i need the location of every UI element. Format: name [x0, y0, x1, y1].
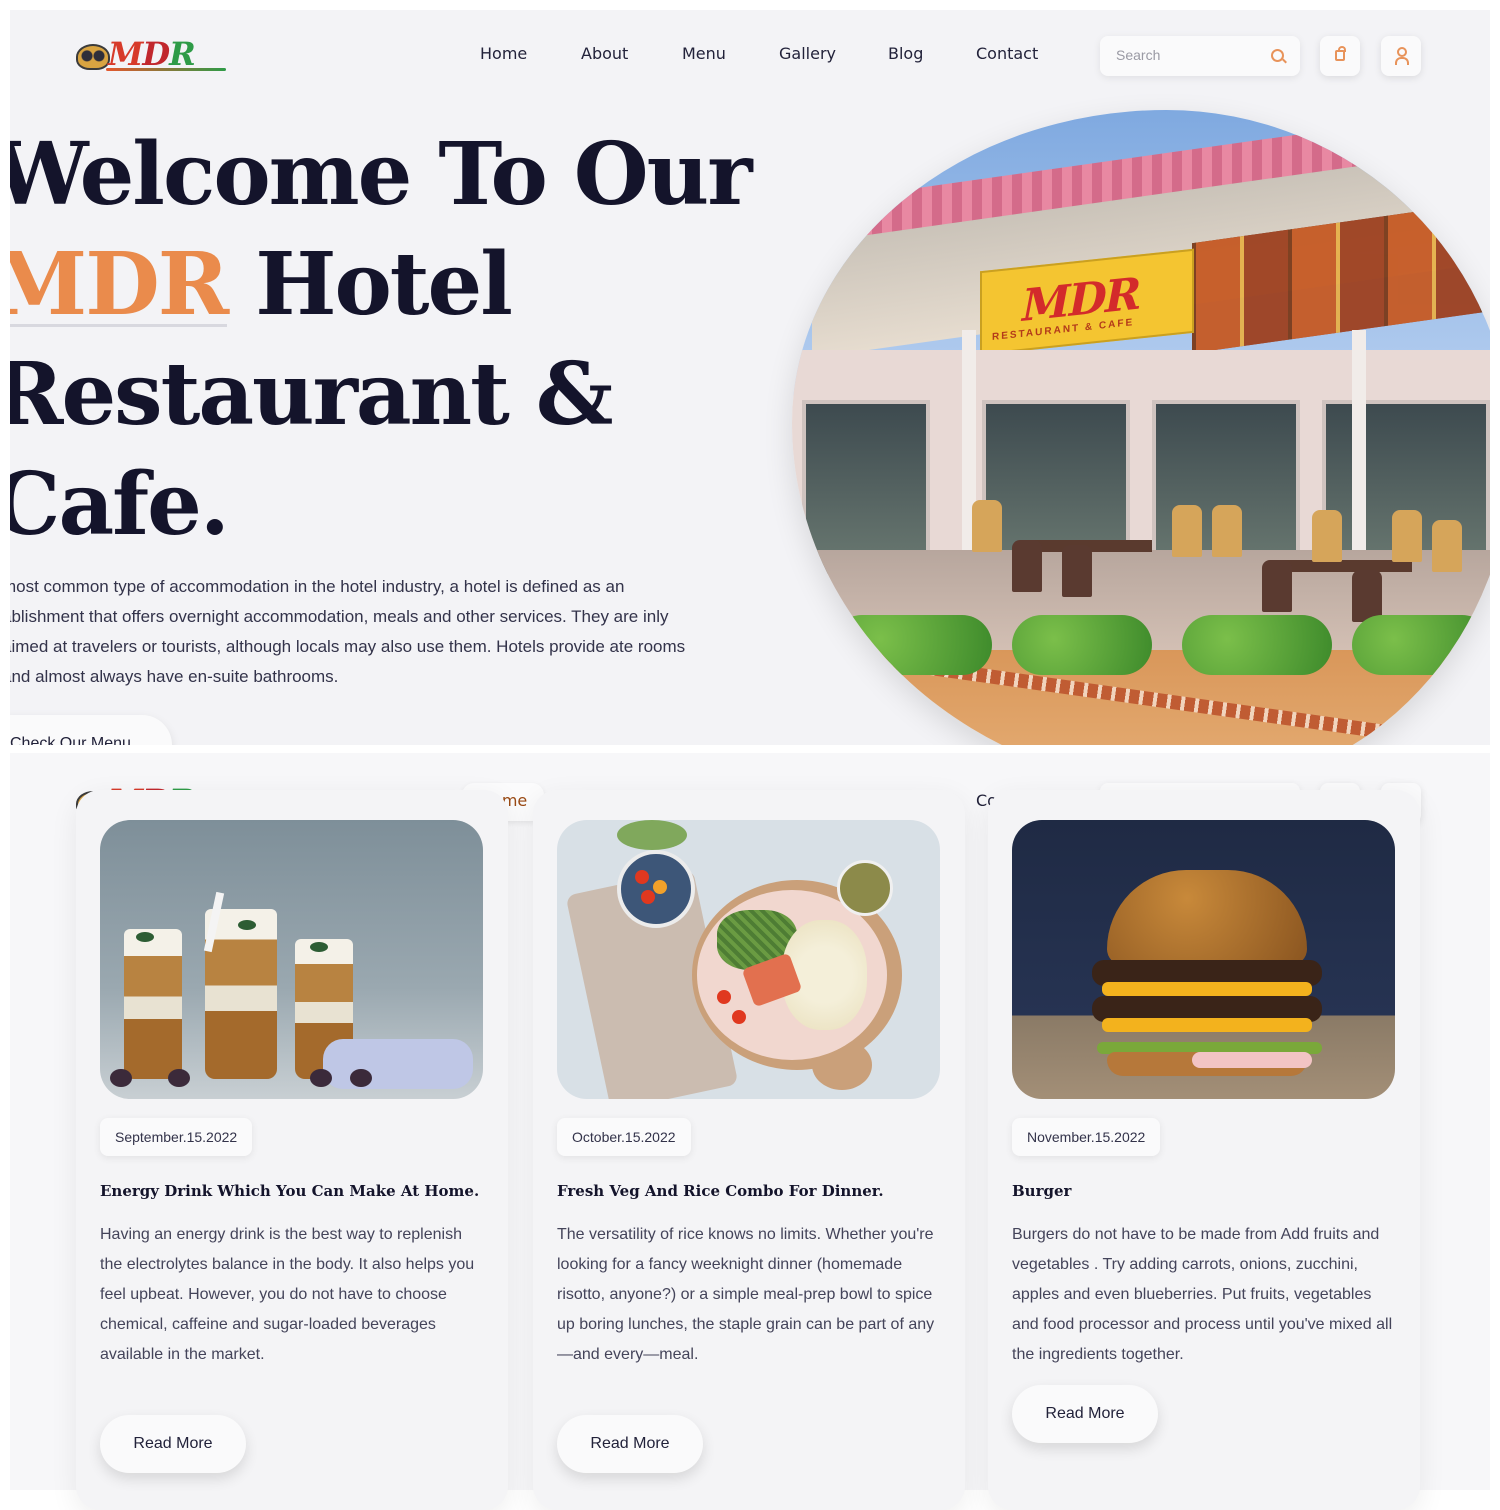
logo-text: MDR: [108, 35, 196, 73]
logo-swoosh: [106, 68, 226, 71]
hedge: [832, 615, 992, 675]
cheese: [1102, 1018, 1312, 1032]
read-more-button[interactable]: Read More: [1012, 1385, 1158, 1443]
hedge: [1012, 615, 1152, 675]
chair: [1392, 510, 1422, 562]
veg-rice-image[interactable]: [557, 820, 940, 1099]
logo[interactable]: MDR: [76, 36, 236, 72]
cart-button[interactable]: [1320, 36, 1360, 76]
chair: [1062, 545, 1092, 597]
read-more-button[interactable]: Read More: [100, 1415, 246, 1473]
post-date: September.15.2022: [100, 1118, 253, 1156]
chair: [1012, 540, 1042, 592]
post-title[interactable]: Burger: [1012, 1182, 1404, 1200]
energy-drink-image[interactable]: [100, 820, 483, 1099]
table: [1272, 560, 1412, 572]
fig: [350, 1069, 372, 1087]
fig: [168, 1069, 190, 1087]
chair: [1172, 505, 1202, 557]
bag-icon: [1335, 46, 1346, 61]
nav-item-menu[interactable]: Menu: [682, 44, 726, 63]
navbar: MDR Home About Menu Gallery Blog Contact: [10, 30, 1490, 90]
chair: [1352, 570, 1382, 622]
cloth: [323, 1039, 473, 1089]
cheese: [1102, 982, 1312, 996]
blog-card: September.15.2022 Energy Drink Which You…: [76, 790, 508, 1510]
chair: [1212, 505, 1242, 557]
post-title[interactable]: Fresh Veg And Rice Combo For Dinner.: [557, 1182, 949, 1200]
post-excerpt: Having an energy drink is the best way t…: [100, 1226, 475, 1363]
seed-bowl: [837, 860, 893, 916]
search-icon[interactable]: [1271, 49, 1284, 62]
hero-description: most common type of accommodation in the…: [10, 577, 686, 686]
hero-title-line-3: Restaurant &: [10, 344, 613, 445]
post-excerpt: The versatility of rice knows no limits.…: [557, 1226, 935, 1363]
user-icon: [1395, 47, 1409, 65]
leaf: [238, 920, 256, 930]
glass: [124, 929, 182, 1079]
restaurant-photo: MDR RESTAURANT & CAFE: [792, 110, 1490, 745]
leaf: [310, 942, 328, 952]
fig: [310, 1069, 332, 1087]
blog-card: November.15.2022 Burger Burgers do not h…: [988, 790, 1420, 1510]
post-title[interactable]: Energy Drink Which You Can Make At Home.: [100, 1182, 492, 1200]
tomato-bowl: [617, 850, 695, 928]
nav-item-about[interactable]: About: [581, 44, 628, 63]
hero-title-line-1: Welcome To Our: [10, 124, 753, 225]
hero-screenshot: MDR Home About Menu Gallery Blog Contact…: [10, 10, 1490, 745]
check-menu-button[interactable]: Check Our Menu: [10, 715, 172, 745]
tomato: [732, 1010, 746, 1024]
blog-card: October.15.2022 Fresh Veg And Rice Combo…: [533, 790, 965, 1510]
chair: [972, 500, 1002, 552]
chair: [1262, 560, 1292, 612]
nav-item-home[interactable]: Home: [480, 44, 527, 63]
hero-title-line-2: MDR Hotel: [10, 230, 752, 340]
hedge: [1352, 615, 1490, 675]
read-more-button[interactable]: Read More: [557, 1415, 703, 1473]
post-date: November.15.2022: [1012, 1118, 1161, 1156]
fig: [110, 1069, 132, 1087]
hero-title-line-2-rest: Hotel: [227, 234, 513, 335]
chair: [1312, 510, 1342, 562]
post-date: October.15.2022: [557, 1118, 691, 1156]
nav-item-gallery[interactable]: Gallery: [779, 44, 836, 63]
leaf: [136, 932, 154, 942]
search-box: [1100, 36, 1300, 76]
hedge: [1182, 615, 1332, 675]
nav-item-contact[interactable]: Contact: [976, 44, 1038, 63]
search-input[interactable]: [1114, 46, 1258, 64]
post-excerpt: Burgers do not have to be made from Add …: [1012, 1226, 1393, 1363]
sauce: [1192, 1052, 1312, 1068]
bun-top: [1107, 870, 1307, 965]
hero-title: Welcome To Our MDR Hotel Restaurant & Ca…: [10, 120, 753, 560]
tomato: [717, 990, 731, 1004]
hero-title-accent: MDR: [10, 234, 229, 335]
glass: [205, 909, 277, 1079]
user-button[interactable]: [1381, 36, 1421, 76]
herbs: [617, 820, 687, 850]
burger-image[interactable]: [1012, 820, 1395, 1099]
table: [1032, 540, 1152, 552]
hero-title-line-4: Cafe.: [10, 454, 230, 555]
logo-mask-icon: [76, 44, 110, 70]
nav-item-blog[interactable]: Blog: [888, 44, 923, 63]
chair: [1432, 520, 1462, 572]
